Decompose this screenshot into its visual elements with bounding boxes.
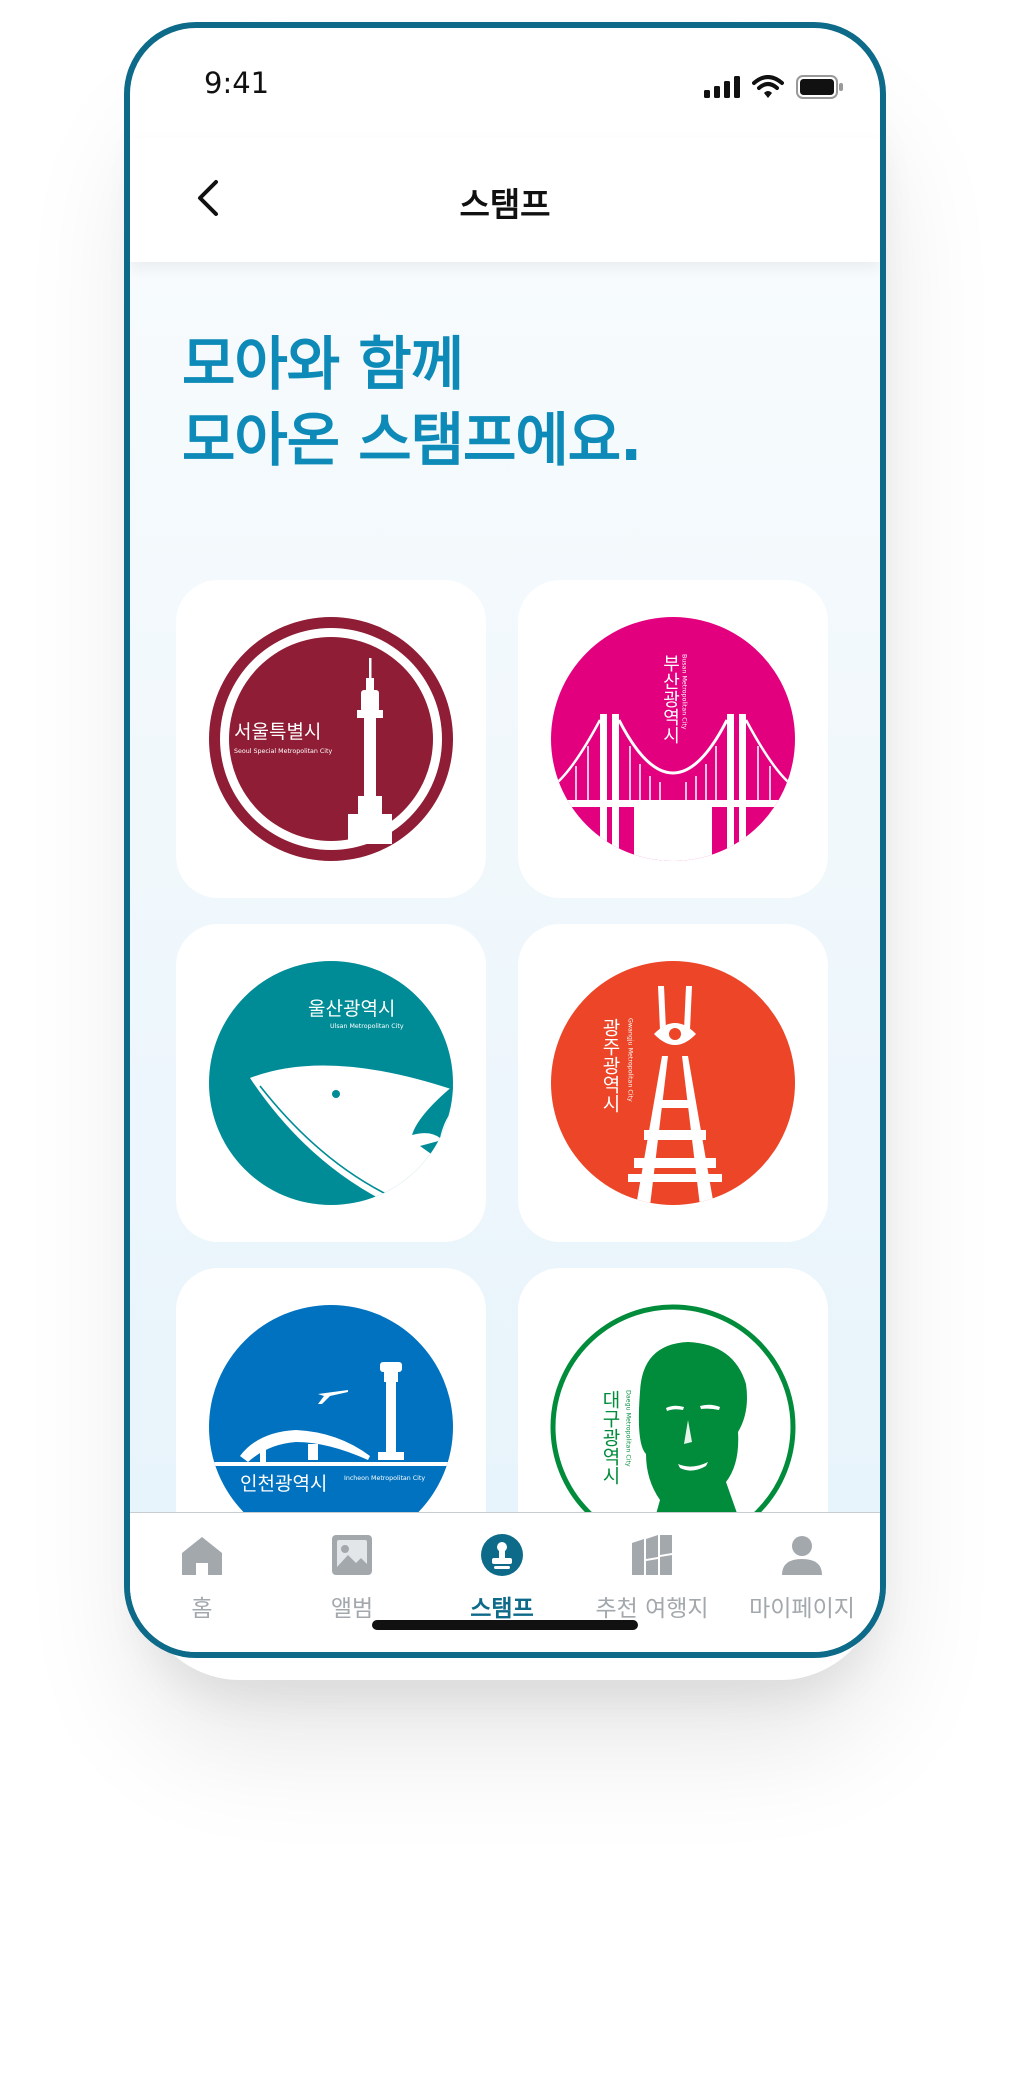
stamp-subtitle: Ulsan Metropolitan City [330,1023,404,1030]
stamp-card-daegu[interactable]: 대구광역시 Daegu Metropolitan City [518,1268,828,1512]
stamp-subtitle: Daegu Metropolitan City [625,1390,632,1467]
stamp-subtitle: Gwangju Metropolitan City [627,1018,634,1102]
tab-recommend[interactable]: 추천 여행지 [577,1533,727,1623]
stamp-subtitle: Busan Metropolitan City [681,654,688,730]
stamp-name: 부산광역시 [660,654,681,744]
home-indicator [372,1620,638,1630]
incheon-stamp: 인천광역시 Incheon Metropolitan City [209,1305,453,1512]
status-icons [704,72,844,102]
stamp-name: 울산광역시 [308,998,395,1020]
recommend-icon [632,1535,672,1575]
tab-label: 앨범 [330,1596,374,1622]
stamp-card-gwangju[interactable]: 광주광역시 Gwangju Metropolitan City [518,924,828,1242]
busan-stamp: 부산광역시 Busan Metropolitan City [551,617,795,861]
headline-line-2: 모아온 스탬프에요. [182,406,642,474]
tab-album[interactable]: 앨범 [277,1533,427,1623]
tab-home[interactable]: 홈 [130,1533,277,1623]
stamp-content[interactable]: 모아와 함께 모아온 스탬프에요. 서울특별시 Seoul Special Me… [130,262,880,1512]
wifi-icon [752,75,784,98]
stamp-name: 광주광역시 [599,1018,621,1113]
page-title: 스탬프 [459,185,551,224]
bottom-tab-bar: 홈 앨범 스탬프 추천 여행지 마이페이지 [130,1512,880,1652]
tab-label: 스탬프 [470,1596,534,1622]
stamp-name: 서울특별시 [234,721,321,743]
stamp-card-incheon[interactable]: 인천광역시 Incheon Metropolitan City [176,1268,486,1512]
stamp-card-seoul[interactable]: 서울특별시 Seoul Special Metropolitan City [176,580,486,898]
home-icon [182,1537,222,1575]
nav-header: 스탬프 [130,138,880,262]
tab-label: 마이페이지 [749,1596,855,1622]
tab-stamp[interactable]: 스탬프 [427,1533,577,1623]
headline-line-1: 모아와 함께 [182,330,464,398]
person-icon [782,1536,822,1575]
stamp-card-busan[interactable]: 부산광역시 Busan Metropolitan City [518,580,828,898]
tab-mypage[interactable]: 마이페이지 [727,1533,877,1623]
battery-icon [796,75,843,99]
stamp-name: 인천광역시 [240,1473,327,1495]
ulsan-stamp: 울산광역시 Ulsan Metropolitan City [209,961,453,1205]
stamp-card-ulsan[interactable]: 울산광역시 Ulsan Metropolitan City [176,924,486,1242]
album-icon [332,1535,372,1575]
tab-label: 홈 [191,1596,213,1622]
stamp-name: 대구광역시 [599,1390,621,1485]
stamp-subtitle: Incheon Metropolitan City [344,1475,425,1482]
tab-label: 추천 여행지 [595,1596,709,1622]
signal-icon [704,76,740,98]
seoul-stamp: 서울특별시 Seoul Special Metropolitan City [209,617,453,861]
gwangju-stamp: 광주광역시 Gwangju Metropolitan City [551,961,795,1205]
stamp-icon [481,1534,523,1576]
headline: 모아와 함께 모아온 스탬프에요. [182,326,642,478]
status-time: 9:41 [204,66,270,100]
stamp-subtitle: Seoul Special Metropolitan City [234,748,333,755]
status-bar: 9:41 [130,28,880,138]
daegu-stamp: 대구광역시 Daegu Metropolitan City [550,1304,796,1512]
phone-frame: 9:41 스탬프 모아와 함께 모아온 스탬프에요. 서울특별시 Seoul S… [124,22,886,1658]
